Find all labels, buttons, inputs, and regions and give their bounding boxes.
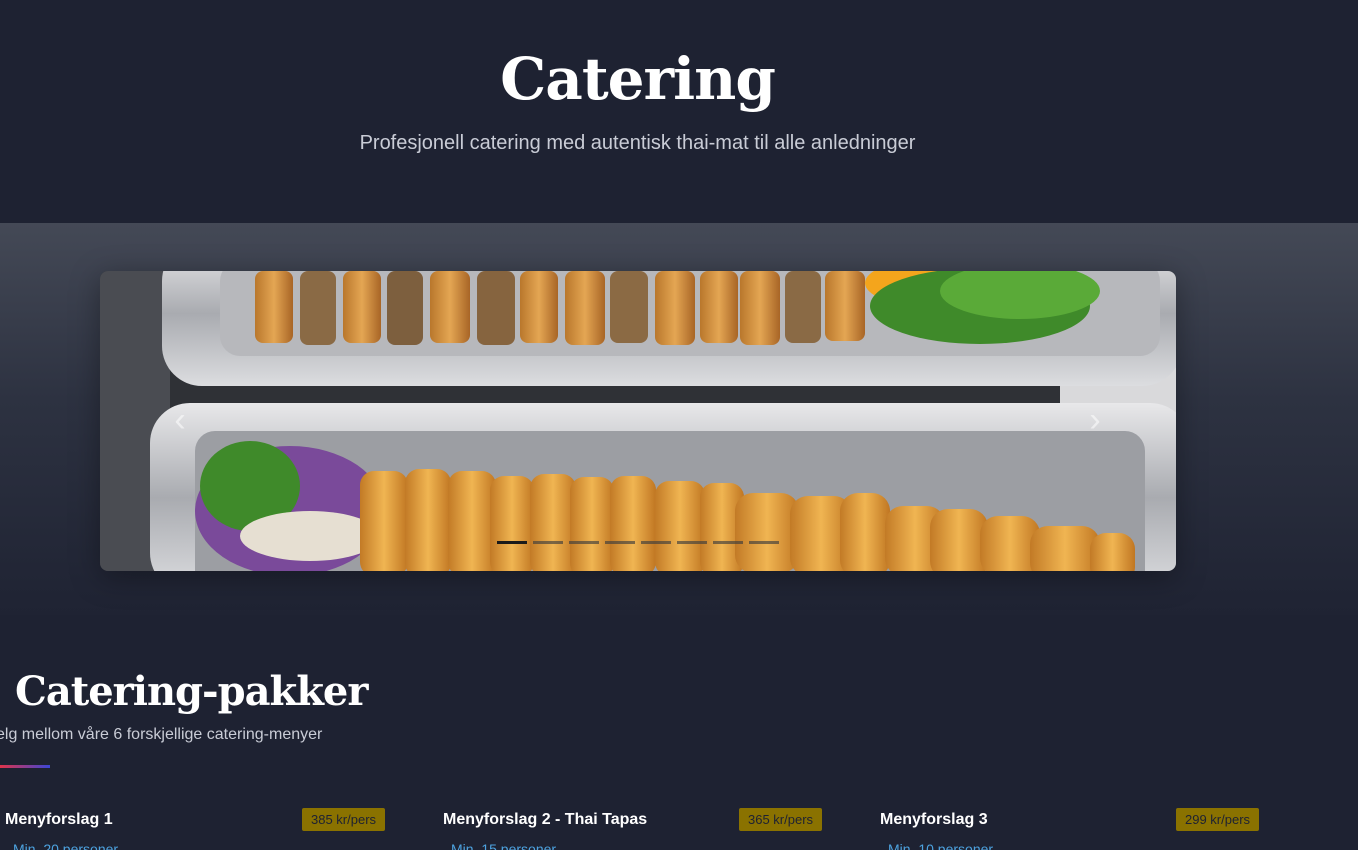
price-badge: 385 kr/pers bbox=[302, 808, 386, 831]
carousel-dot[interactable] bbox=[497, 541, 527, 544]
accent-divider bbox=[0, 765, 50, 768]
carousel-slide-image bbox=[100, 271, 1176, 571]
package-min-guests: Min. 10 personer bbox=[888, 841, 994, 850]
carousel-dot[interactable] bbox=[533, 541, 563, 544]
carousel-dot[interactable] bbox=[569, 541, 599, 544]
price-badge: 299 kr/pers bbox=[1176, 808, 1260, 831]
carousel-dot[interactable] bbox=[749, 541, 779, 544]
package-min-guests: Min. 15 personer bbox=[451, 841, 557, 850]
packages-title: Catering-pakker bbox=[15, 668, 368, 715]
package-name: Menyforslag 3 bbox=[880, 811, 988, 828]
food-carousel[interactable] bbox=[100, 271, 1176, 571]
carousel-next-button[interactable]: › bbox=[1080, 400, 1110, 440]
package-card[interactable]: Menyforslag 1 385 kr/pers Min. 20 person… bbox=[5, 805, 405, 850]
hero-section: Catering Profesjonell catering med auten… bbox=[0, 0, 1358, 223]
page-subtitle: Profesjonell catering med autentisk thai… bbox=[359, 132, 916, 154]
package-card[interactable]: Menyforslag 2 - Thai Tapas 365 kr/pers M… bbox=[443, 805, 843, 850]
carousel-dot[interactable] bbox=[677, 541, 707, 544]
carousel-dot[interactable] bbox=[713, 541, 743, 544]
price-badge: 365 kr/pers bbox=[739, 808, 823, 831]
chevron-left-icon: ‹ bbox=[174, 401, 186, 439]
carousel-indicators bbox=[497, 541, 779, 545]
package-min-guests: Min. 20 personer bbox=[13, 841, 119, 850]
package-name: Menyforslag 1 bbox=[5, 811, 113, 828]
page-title: Catering bbox=[500, 45, 776, 113]
package-name: Menyforslag 2 - Thai Tapas bbox=[443, 811, 648, 828]
carousel-prev-button[interactable]: ‹ bbox=[165, 400, 195, 440]
packages-subtitle: elg mellom våre 6 forskjellige catering-… bbox=[0, 726, 323, 743]
carousel-dot[interactable] bbox=[641, 541, 671, 544]
package-card[interactable]: Menyforslag 3 299 kr/pers Min. 10 person… bbox=[880, 805, 1280, 850]
chevron-right-icon: › bbox=[1089, 401, 1101, 439]
carousel-dot[interactable] bbox=[605, 541, 635, 544]
